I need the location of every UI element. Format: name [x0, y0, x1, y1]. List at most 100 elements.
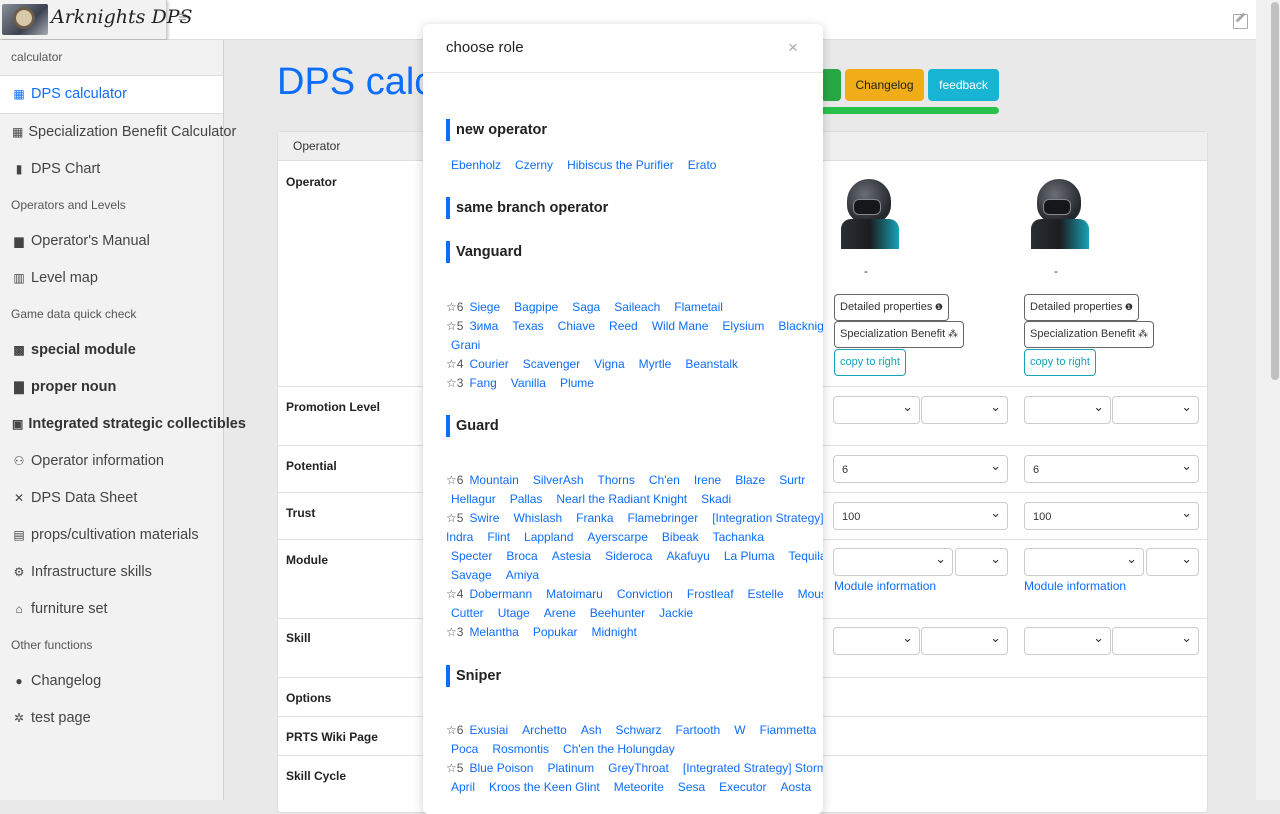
operator-link[interactable]: Arene	[544, 606, 576, 620]
operator-link[interactable]: [Integrated Strategy] Stormeye	[683, 761, 823, 775]
operator-link[interactable]: Зима	[469, 319, 498, 333]
operator-link[interactable]: Blaze	[735, 473, 765, 487]
close-icon[interactable]: ×	[788, 38, 798, 58]
operator-link[interactable]: Scavenger	[523, 357, 580, 371]
operator-link[interactable]: GreyThroat	[608, 761, 669, 775]
operator-link[interactable]: Bibeak	[662, 530, 699, 544]
operator-link[interactable]: Conviction	[617, 587, 673, 601]
operator-link[interactable]: Siege	[469, 300, 500, 314]
operator-link[interactable]: Flint	[487, 530, 510, 544]
operator-link[interactable]: Ch'en the Holungday	[563, 742, 675, 756]
operator-link[interactable]: Executor	[719, 780, 766, 794]
operator-link[interactable]: Saga	[572, 300, 600, 314]
group-title-vanguard: Vanguard	[446, 241, 522, 263]
operator-link[interactable]: Franka	[576, 511, 613, 525]
operator-link[interactable]: Flamebringer	[628, 511, 699, 525]
operator-link[interactable]: Broca	[506, 549, 537, 563]
operator-link[interactable]: Ebenholz	[451, 158, 501, 172]
operator-link[interactable]: Plume	[560, 376, 594, 390]
operator-link[interactable]: Specter	[451, 549, 492, 563]
operator-link[interactable]: Akafuyu	[666, 549, 709, 563]
operator-link[interactable]: Exusiai	[469, 723, 508, 737]
operator-link[interactable]: Skadi	[701, 492, 731, 506]
operator-link[interactable]: Myrtle	[639, 357, 672, 371]
operator-link[interactable]: Utage	[498, 606, 530, 620]
operator-link[interactable]: Cutter	[451, 606, 484, 620]
operator-link[interactable]: Ash	[581, 723, 602, 737]
operator-link[interactable]: Thorns	[598, 473, 635, 487]
operator-link[interactable]: Pallas	[510, 492, 543, 506]
star-rating: ☆3	[446, 625, 464, 639]
operator-link[interactable]: [Integration Strategy] Sharp	[712, 511, 823, 525]
operator-link[interactable]: Hibiscus the Purifier	[567, 158, 674, 172]
operator-link[interactable]: Meteorite	[614, 780, 664, 794]
operator-link[interactable]: Ch'en	[649, 473, 680, 487]
operator-link[interactable]: Beanstalk	[685, 357, 738, 371]
operator-link[interactable]: W	[734, 723, 745, 737]
star-row: ☆3 Melantha Popukar Midnight	[446, 623, 806, 642]
operator-link[interactable]: Kroos the Keen Glint	[489, 780, 600, 794]
operator-link[interactable]: Melantha	[469, 625, 518, 639]
operator-link[interactable]: Wild Mane	[652, 319, 709, 333]
operator-link[interactable]: Platinum	[547, 761, 594, 775]
operator-link[interactable]: Chiave	[558, 319, 595, 333]
operator-link[interactable]: Sideroca	[605, 549, 652, 563]
operator-link[interactable]: April	[451, 780, 475, 794]
operator-link[interactable]: Amiya	[506, 568, 539, 582]
operator-link[interactable]: Schwarz	[616, 723, 662, 737]
operator-link[interactable]: Surtr	[779, 473, 805, 487]
operator-link[interactable]: Frostleaf	[687, 587, 734, 601]
operator-link[interactable]: Whislash	[513, 511, 562, 525]
operator-link[interactable]: Lappland	[524, 530, 573, 544]
operator-link[interactable]: Grani	[451, 338, 480, 352]
operator-link[interactable]: Sesa	[678, 780, 705, 794]
operator-link[interactable]: Savage	[451, 568, 492, 582]
operator-link[interactable]: Swire	[469, 511, 499, 525]
operator-link[interactable]: Matoimaru	[546, 587, 603, 601]
group-title-sniper: Sniper	[446, 665, 501, 687]
operator-link[interactable]: Popukar	[533, 625, 578, 639]
operator-link[interactable]: Flametail	[674, 300, 723, 314]
operator-link[interactable]: Elysium	[722, 319, 764, 333]
operator-link[interactable]: Jackie	[659, 606, 693, 620]
operator-link[interactable]: Irene	[694, 473, 721, 487]
operator-link[interactable]: Beehunter	[590, 606, 645, 620]
star-rating: ☆4	[446, 587, 464, 601]
new-operator-list: Ebenholz Czerny Hibiscus the Purifier Erato	[451, 156, 811, 175]
operator-link[interactable]: Blue Poison	[469, 761, 533, 775]
operator-link[interactable]: Tequila	[789, 549, 823, 563]
operator-link[interactable]: Fiammetta	[760, 723, 817, 737]
operator-link[interactable]: Tachanka	[713, 530, 764, 544]
operator-link[interactable]: Indra	[446, 530, 473, 544]
operator-link[interactable]: Texas	[512, 319, 543, 333]
operator-link[interactable]: Poca	[451, 742, 478, 756]
operator-link[interactable]: La Pluma	[724, 549, 775, 563]
operator-link[interactable]: Dobermann	[469, 587, 532, 601]
operator-link[interactable]: Astesia	[552, 549, 591, 563]
operator-link[interactable]: Erato	[688, 158, 717, 172]
operator-link[interactable]: Reed	[609, 319, 638, 333]
operator-link[interactable]: Courier	[469, 357, 508, 371]
operator-link[interactable]: Archetto	[522, 723, 567, 737]
operator-link[interactable]: Midnight	[592, 625, 637, 639]
operator-link[interactable]: Ayerscarpe	[587, 530, 647, 544]
modal-header: choose role ×	[423, 24, 823, 73]
operator-link[interactable]: Fang	[469, 376, 496, 390]
operator-link[interactable]: Nearl the Radiant Knight	[556, 492, 687, 506]
operator-link[interactable]: Estelle	[748, 587, 784, 601]
group-title-same-branch: same branch operator	[446, 197, 608, 219]
star-rating: ☆5	[446, 319, 464, 333]
operator-link[interactable]: Vigna	[594, 357, 624, 371]
operator-link[interactable]: Saileach	[614, 300, 660, 314]
operator-link[interactable]: Aosta	[781, 780, 812, 794]
operator-link[interactable]: Mountain	[469, 473, 518, 487]
operator-link[interactable]: Blacknight	[778, 319, 823, 333]
operator-link[interactable]: Czerny	[515, 158, 553, 172]
operator-link[interactable]: Hellagur	[451, 492, 496, 506]
operator-link[interactable]: SilverAsh	[533, 473, 584, 487]
operator-link[interactable]: Vanilla	[511, 376, 546, 390]
operator-link[interactable]: Bagpipe	[514, 300, 558, 314]
operator-link[interactable]: Fartooth	[676, 723, 721, 737]
operator-link[interactable]: Mousse	[798, 587, 823, 601]
operator-link[interactable]: Rosmontis	[492, 742, 549, 756]
